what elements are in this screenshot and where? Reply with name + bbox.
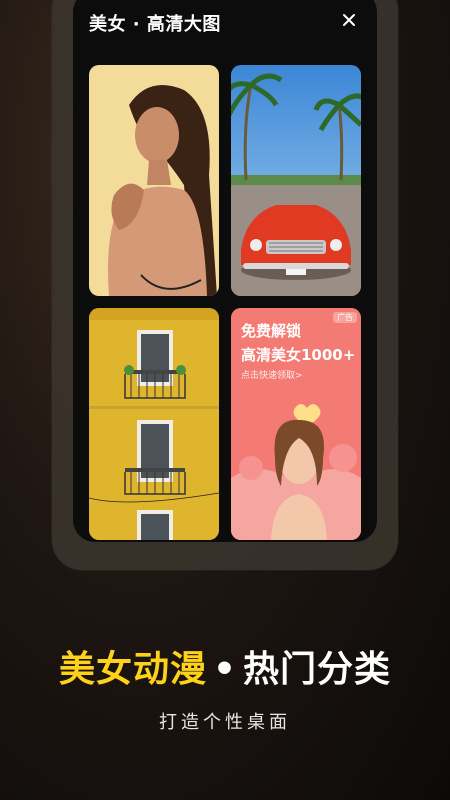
headline-separator: • [212, 649, 237, 690]
headline-highlight: 美女动漫 [58, 649, 207, 690]
promo-title-line1: 免费解锁 [241, 322, 302, 340]
phone-screen: 美女 · 高清大图 免费解锁 高清美女1000+ 点击快速领取> 广告 [73, 0, 377, 542]
building-photo[interactable] [89, 308, 219, 540]
headline: 美女动漫 • 热门分类 [0, 640, 450, 692]
headline-rest: 热门分类 [243, 649, 392, 690]
portrait-photo[interactable] [89, 65, 219, 296]
page-title: 美女 · 高清大图 [89, 14, 221, 35]
promo-card[interactable]: 免费解锁 高清美女1000+ 点击快速领取> 广告 [231, 308, 361, 540]
subtitle: 打造个性桌面 [159, 712, 291, 733]
vintage-car-photo[interactable] [231, 65, 361, 296]
promo-title-line2: 高清美女1000+ [241, 346, 356, 364]
header-bar: 美女 · 高清大图 [73, 0, 377, 60]
promo-claim-link[interactable]: 点击快速领取> [241, 368, 303, 381]
ad-badge: 广告 [333, 312, 357, 323]
close-icon[interactable] [337, 8, 361, 32]
